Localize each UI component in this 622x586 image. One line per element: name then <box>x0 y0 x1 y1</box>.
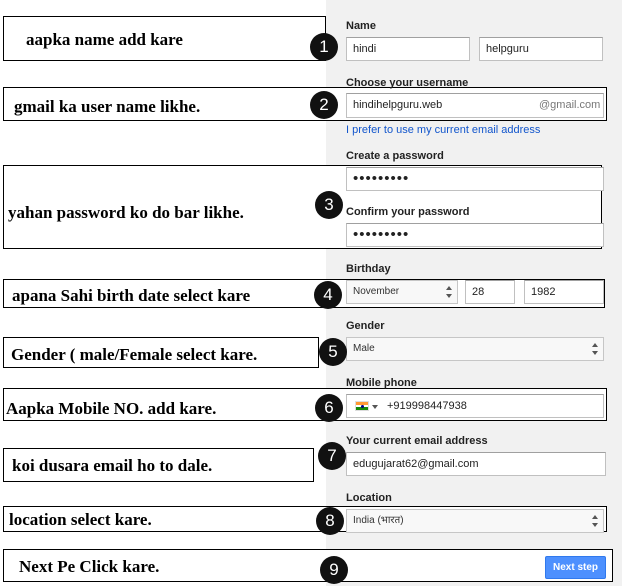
up-down-arrows-icon <box>592 515 598 527</box>
use-current-email-link[interactable]: I prefer to use my current email address <box>346 124 540 136</box>
india-flag-icon[interactable] <box>355 401 369 411</box>
mobile-input[interactable]: +919998447938 <box>346 394 604 418</box>
create-password-input[interactable]: ••••••••• <box>346 167 604 191</box>
name-label: Name <box>346 20 376 32</box>
username-suffix: @gmail.com <box>539 99 601 111</box>
step-badge-5: 5 <box>319 338 347 366</box>
location-select[interactable]: India (भारत) <box>346 509 604 533</box>
note-gender-text: Gender ( male/Female select kare. <box>11 345 258 364</box>
birth-day-input[interactable]: 28 <box>465 280 515 304</box>
note-next-text: Next Pe Click kare. <box>19 557 160 576</box>
note-birthday-text: apana Sahi birth date select kare <box>12 286 251 305</box>
gender-value: Male <box>353 343 375 354</box>
next-step-button[interactable]: Next step <box>545 556 606 579</box>
note-gender: Gender ( male/Female select kare. <box>3 337 319 368</box>
birth-month-select[interactable]: November <box>346 280 458 304</box>
location-value: India (भारत) <box>353 515 404 526</box>
create-password-label: Create a password <box>346 150 444 162</box>
birth-year-input[interactable]: 1982 <box>524 280 604 304</box>
up-down-arrows-icon <box>592 343 598 355</box>
up-down-arrows-icon <box>446 286 452 298</box>
note-name: aapka name add kare <box>3 16 326 61</box>
note-username-text: gmail ka user name likhe. <box>14 97 201 116</box>
mobile-label: Mobile phone <box>346 377 417 389</box>
username-value: hindihelpguru.web <box>353 99 443 111</box>
note-mobile-text: Aapka Mobile NO. add kare. <box>6 399 217 418</box>
note-name-text: aapka name add kare <box>26 30 183 49</box>
step-badge-3: 3 <box>315 191 343 219</box>
current-email-input[interactable]: edugujarat62@gmail.com <box>346 452 606 476</box>
birth-month-value: November <box>353 286 400 297</box>
location-label: Location <box>346 492 392 504</box>
gender-select[interactable]: Male <box>346 337 604 361</box>
gender-label: Gender <box>346 320 385 332</box>
first-name-input[interactable]: hindi <box>346 37 470 61</box>
step-badge-2: 2 <box>310 91 338 119</box>
last-name-input[interactable]: helpguru <box>479 37 603 61</box>
note-current-email-text: koi dusara email ho to dale. <box>12 456 213 475</box>
username-label: Choose your username <box>346 77 469 89</box>
step-badge-8: 8 <box>316 507 344 535</box>
note-next: Next Pe Click kare. <box>3 549 613 582</box>
chevron-down-icon[interactable] <box>372 405 378 409</box>
mobile-value: +919998447938 <box>387 400 467 412</box>
confirm-password-input[interactable]: ••••••••• <box>346 223 604 247</box>
step-badge-9: 9 <box>320 556 348 584</box>
note-location-text: location select kare. <box>9 510 152 529</box>
note-password-text: yahan password ko do bar likhe. <box>8 203 244 222</box>
step-badge-1: 1 <box>310 33 338 61</box>
note-current-email: koi dusara email ho to dale. <box>3 448 314 482</box>
step-badge-7: 7 <box>318 442 346 470</box>
current-email-label: Your current email address <box>346 435 488 447</box>
step-badge-4: 4 <box>314 281 342 309</box>
confirm-password-label: Confirm your password <box>346 206 470 218</box>
birthday-label: Birthday <box>346 263 391 275</box>
step-badge-6: 6 <box>315 394 343 422</box>
